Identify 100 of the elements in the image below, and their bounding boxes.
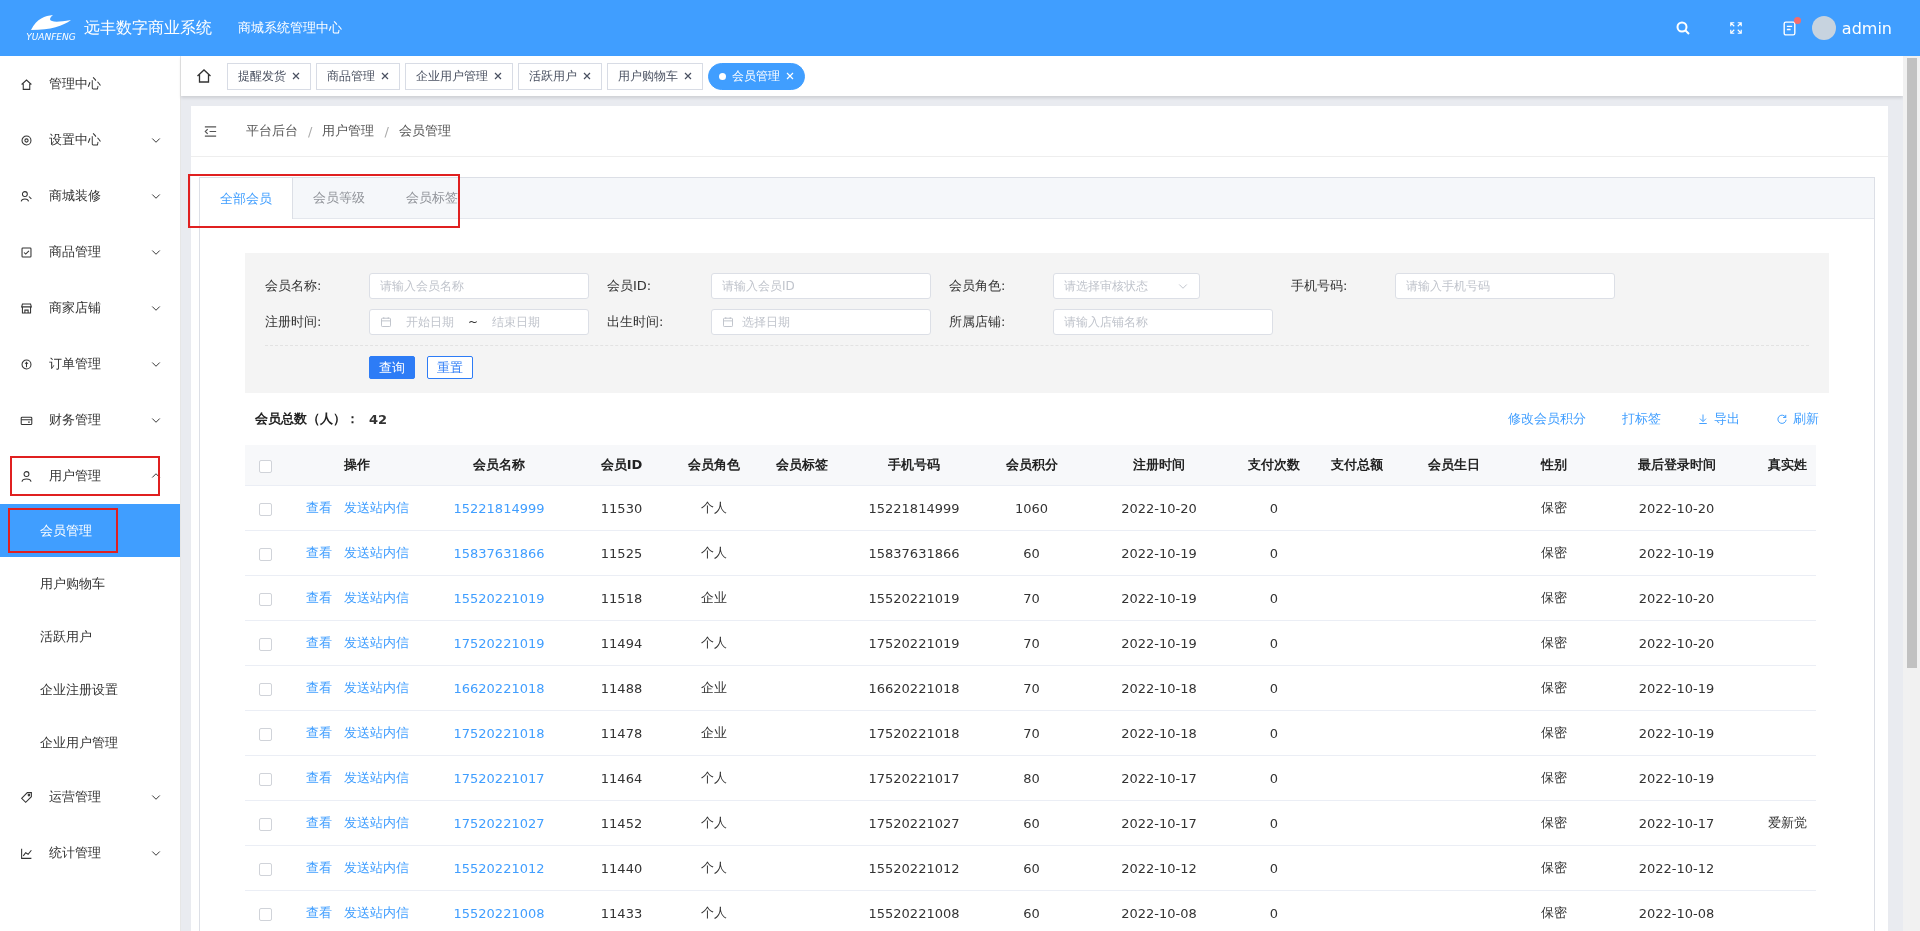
text-input[interactable]: 请输入店铺名称 (1053, 309, 1273, 335)
text-input[interactable]: 请输入会员名称 (369, 273, 589, 299)
tab[interactable]: 会员等级 (293, 178, 386, 218)
row-action-link[interactable]: 查看 (305, 904, 332, 922)
member-name-link[interactable]: 15520221019 (453, 590, 545, 606)
row-action-link[interactable]: 发送站内信 (343, 769, 409, 787)
row-action-link[interactable]: 发送站内信 (343, 499, 409, 517)
user-name[interactable]: admin (1841, 18, 1892, 38)
row-action-link[interactable]: 发送站内信 (343, 904, 409, 922)
row-action-link[interactable]: 发送站内信 (343, 589, 409, 607)
row-checkbox[interactable] (258, 907, 272, 921)
search-button[interactable]: 查询 (369, 356, 415, 379)
sidebar-item[interactable]: 管理中心 (0, 56, 180, 112)
row-checkbox[interactable] (258, 817, 272, 831)
select-all-checkbox[interactable] (258, 459, 272, 473)
row-action-link[interactable]: 查看 (305, 859, 332, 877)
row-checkbox[interactable] (258, 547, 272, 561)
toolbar-link[interactable]: 刷新 (1776, 410, 1819, 428)
scrollbar[interactable] (1903, 56, 1920, 931)
close-icon[interactable] (583, 72, 591, 80)
table-cell: 0 (1269, 860, 1279, 876)
sidebar-item[interactable]: 统计管理 (0, 825, 180, 881)
sidebar-item[interactable]: 用户管理 (0, 448, 180, 504)
close-icon[interactable] (381, 72, 389, 80)
submenu-item[interactable]: 用户购物车 (0, 557, 180, 610)
row-action-link[interactable]: 发送站内信 (343, 679, 409, 697)
row-action-link[interactable]: 发送站内信 (343, 544, 409, 562)
reset-button[interactable]: 重置 (427, 356, 473, 379)
row-action-link[interactable]: 查看 (305, 634, 332, 652)
sidebar-item[interactable]: 运营管理 (0, 769, 180, 825)
sidebar-item[interactable]: 商城装修 (0, 168, 180, 224)
row-checkbox[interactable] (258, 682, 272, 696)
row-action-link[interactable]: 发送站内信 (343, 634, 409, 652)
row-checkbox[interactable] (258, 502, 272, 516)
table-cell: 个人 (701, 860, 727, 875)
member-name-link[interactable]: 17520221027 (453, 815, 545, 831)
text-input[interactable]: 请输入会员ID (711, 273, 931, 299)
sidebar-item[interactable]: 商家店铺 (0, 280, 180, 336)
submenu-item[interactable]: 会员管理 (0, 504, 180, 557)
select-field[interactable]: 请选择审核状态 (1053, 273, 1200, 299)
page-tag[interactable]: 商品管理 (316, 62, 400, 90)
row-action-link[interactable]: 发送站内信 (343, 724, 409, 742)
page-tag[interactable]: 会员管理 (708, 62, 805, 90)
sidebar-item[interactable]: 订单管理 (0, 336, 180, 392)
menu-item-icon (20, 846, 33, 860)
table-cell: 2022-10-19 (1121, 590, 1197, 606)
row-checkbox[interactable] (258, 637, 272, 651)
toolbar-link[interactable]: 导出 (1697, 410, 1740, 428)
member-name-link[interactable]: 15837631866 (453, 545, 545, 561)
submenu-item[interactable]: 企业注册设置 (0, 663, 180, 716)
page-tag[interactable]: 用户购物车 (607, 62, 703, 90)
sidebar-item[interactable]: 财务管理 (0, 392, 180, 448)
member-name-link[interactable]: 15221814999 (453, 500, 545, 516)
menu-item-icon (20, 790, 33, 804)
breadcrumb-item[interactable]: 用户管理 (322, 122, 375, 140)
submenu-item[interactable]: 企业用户管理 (0, 716, 180, 769)
row-action-link[interactable]: 查看 (305, 589, 332, 607)
fullscreen-icon (1728, 21, 1743, 35)
date-range-field[interactable]: 开始日期 ~ 结束日期 (369, 309, 589, 335)
row-action-link[interactable]: 查看 (305, 544, 332, 562)
close-icon[interactable] (494, 72, 502, 80)
calendar-icon (380, 316, 392, 328)
breadcrumb-item[interactable]: 平台后台 (246, 122, 298, 140)
table-cell: 11452 (600, 815, 643, 831)
tab[interactable]: 全部会员 (200, 178, 293, 219)
row-checkbox[interactable] (258, 772, 272, 786)
member-name-link[interactable]: 17520221019 (453, 635, 545, 651)
user-avatar[interactable] (1811, 16, 1836, 40)
toolbar-link[interactable]: 打标签 (1622, 410, 1661, 428)
sidebar-item[interactable]: 商品管理 (0, 224, 180, 280)
member-name-link[interactable]: 15520221012 (453, 860, 545, 876)
page-tag[interactable]: 活跃用户 (518, 62, 602, 90)
row-action-link[interactable]: 发送站内信 (343, 859, 409, 877)
text-input[interactable]: 请输入手机号码 (1395, 273, 1615, 299)
page-tag[interactable]: 提醒发货 (227, 62, 311, 90)
toolbar-link[interactable]: 修改会员积分 (1508, 410, 1586, 428)
member-name-link[interactable]: 17520221017 (453, 770, 545, 786)
row-checkbox[interactable] (258, 592, 272, 606)
member-name-link[interactable]: 16620221018 (453, 680, 545, 696)
tab[interactable]: 会员标签 (386, 178, 479, 218)
member-name-link[interactable]: 17520221018 (453, 725, 545, 741)
row-action-link[interactable]: 查看 (305, 724, 332, 742)
member-name-link[interactable]: 15520221008 (453, 905, 545, 921)
search-icon (1674, 20, 1691, 36)
row-action-link[interactable]: 发送站内信 (343, 814, 409, 832)
row-action-link[interactable]: 查看 (305, 769, 332, 787)
row-checkbox[interactable] (258, 862, 272, 876)
row-action-link[interactable]: 查看 (305, 814, 332, 832)
column-header: 会员名称 (429, 445, 569, 486)
row-action-link[interactable]: 查看 (305, 499, 332, 517)
submenu-item[interactable]: 活跃用户 (0, 610, 180, 663)
page-tag[interactable]: 企业用户管理 (405, 62, 513, 90)
close-icon[interactable] (292, 72, 300, 80)
row-action-link[interactable]: 查看 (305, 679, 332, 697)
close-icon[interactable] (684, 72, 692, 80)
table-cell: 0 (1269, 590, 1279, 606)
sidebar-item[interactable]: 设置中心 (0, 112, 180, 168)
row-checkbox[interactable] (258, 727, 272, 741)
active-dot (719, 72, 726, 80)
date-field[interactable]: 选择日期 (711, 309, 931, 335)
